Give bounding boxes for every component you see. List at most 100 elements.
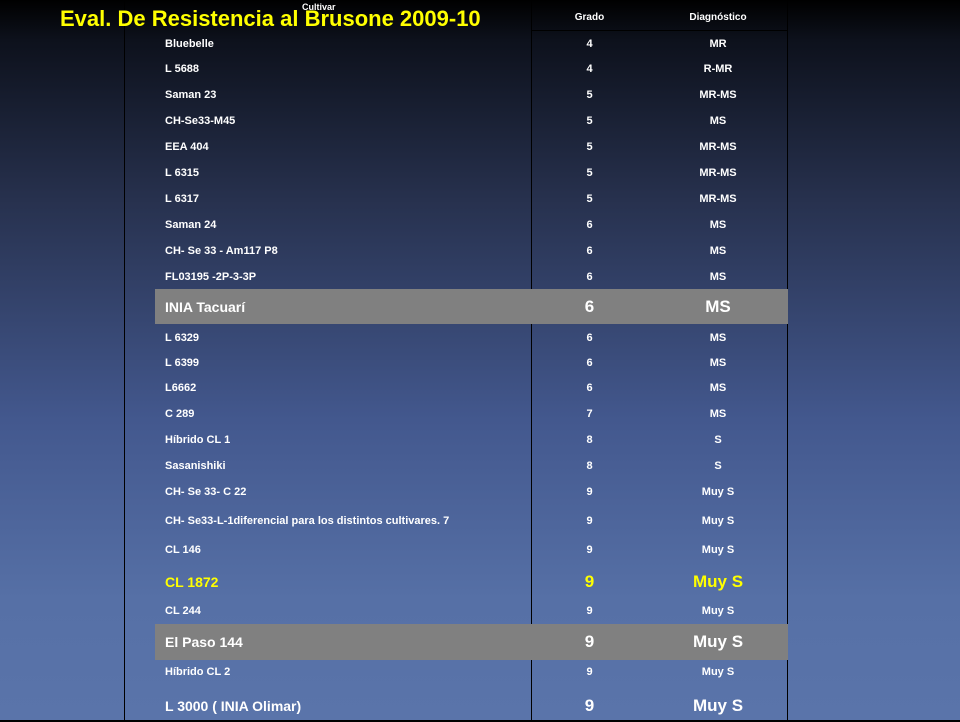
cultivar-cell: Sasanishiki bbox=[165, 460, 226, 472]
table-row: FL03195 -2P-3-3P 6 MS bbox=[155, 266, 788, 288]
grado-cell: 6 bbox=[586, 332, 593, 344]
grado-cell: 4 bbox=[586, 38, 593, 50]
diagnostico-cell: MR-MS bbox=[699, 193, 737, 205]
header-underline bbox=[531, 30, 788, 31]
diagnostico-cell: S bbox=[714, 434, 722, 446]
diagnostico-cell: MS bbox=[709, 382, 727, 394]
diagnostico-cell: Muy S bbox=[692, 632, 744, 651]
diagnostico-cell: MS bbox=[709, 271, 727, 283]
diagnostico-cell: MS bbox=[709, 219, 727, 231]
cultivar-cell: L 6317 bbox=[165, 193, 200, 205]
diagnostico-cell: Muy S bbox=[692, 696, 744, 715]
diagnostico-cell: Muy S bbox=[701, 544, 735, 556]
table-row: Híbrido CL 1 8 S bbox=[155, 429, 788, 451]
cultivar-cell: L 5688 bbox=[165, 63, 200, 75]
cultivar-cell: Híbrido CL 1 bbox=[165, 434, 231, 446]
table-row: CL 1872 9 Muy S bbox=[155, 566, 788, 598]
diagnostico-cell: MR-MS bbox=[699, 89, 737, 101]
diagnostico-cell: MS bbox=[709, 115, 727, 127]
table-row: L 6315 5 MR-MS bbox=[155, 162, 788, 184]
cultivar-cell: CL 244 bbox=[165, 605, 201, 617]
cultivar-cell: L 6329 bbox=[165, 332, 200, 344]
cultivar-cell: L 6399 bbox=[165, 357, 200, 369]
grado-cell: 5 bbox=[586, 89, 593, 101]
table-row: El Paso 144 9 Muy S bbox=[155, 624, 788, 660]
cultivar-cell: CH- Se 33 - Am117 P8 bbox=[165, 245, 278, 257]
diagnostico-cell: Muy S bbox=[701, 605, 735, 617]
grado-cell: 6 bbox=[586, 357, 593, 369]
cultivar-cell: L 6315 bbox=[165, 167, 200, 179]
cultivar-cell: El Paso 144 bbox=[165, 634, 243, 650]
grado-cell: 6 bbox=[586, 245, 593, 257]
grado-cell: 9 bbox=[586, 544, 593, 556]
diagnostico-cell: Muy S bbox=[701, 486, 735, 498]
table-row: EEA 404 5 MR-MS bbox=[155, 136, 788, 158]
grado-cell: 5 bbox=[586, 141, 593, 153]
cultivar-cell: C 289 bbox=[165, 408, 195, 420]
diagnostico-cell: MS bbox=[709, 357, 727, 369]
grado-cell: 9 bbox=[586, 666, 593, 678]
diagnostico-cell: R-MR bbox=[703, 63, 733, 75]
table-row: L 6317 5 MR-MS bbox=[155, 188, 788, 210]
table-row: Saman 24 6 MS bbox=[155, 214, 788, 236]
table-row: L 6329 6 MS bbox=[155, 327, 788, 349]
header-grado: Grado bbox=[574, 12, 605, 23]
header-diagnostico: Diagnóstico bbox=[689, 12, 747, 23]
cultivar-cell: CH- Se33-L-1diferencial para los distint… bbox=[165, 515, 450, 527]
table-row: L 6399 6 MS bbox=[155, 352, 788, 374]
cultivar-cell: CH-Se33-M45 bbox=[165, 115, 236, 127]
table-row: L6662 6 MS bbox=[155, 377, 788, 399]
table-row: CL 244 9 Muy S bbox=[155, 599, 788, 623]
slide-title: Eval. De Resistencia al Brusone 2009-10 bbox=[60, 6, 481, 31]
grado-cell: 9 bbox=[586, 515, 593, 527]
table-row: C 289 7 MS bbox=[155, 403, 788, 425]
grado-cell: 8 bbox=[586, 434, 593, 446]
table-row: CH-Se33-M45 5 MS bbox=[155, 110, 788, 132]
diagnostico-cell: MS bbox=[709, 332, 727, 344]
diagnostico-cell: MR-MS bbox=[699, 167, 737, 179]
grado-cell: 6 bbox=[586, 271, 593, 283]
cultivar-cell: Bluebelle bbox=[165, 38, 214, 50]
table-row: L 3000 ( INIA Olimar) 9 Muy S bbox=[155, 690, 788, 722]
table-row: Sasanishiki 8 S bbox=[155, 455, 788, 477]
grado-cell: 5 bbox=[586, 115, 593, 127]
table-row: L 5688 4 R-MR bbox=[155, 58, 788, 80]
table-row: CL 146 9 Muy S bbox=[155, 537, 788, 563]
table-row: CH- Se 33- C 22 9 Muy S bbox=[155, 481, 788, 503]
diagnostico-cell: MS bbox=[709, 245, 727, 257]
grado-cell: 9 bbox=[584, 696, 595, 715]
grado-cell: 7 bbox=[586, 408, 593, 420]
cultivar-cell: Híbrido CL 2 bbox=[165, 666, 231, 678]
diagnostico-cell: MS bbox=[709, 408, 727, 420]
cultivar-cell: Saman 23 bbox=[165, 89, 217, 101]
cultivar-cell: INIA Tacuarí bbox=[165, 298, 246, 315]
grado-cell: 8 bbox=[586, 460, 593, 472]
grado-cell: 6 bbox=[586, 382, 593, 394]
diagnostico-cell: S bbox=[714, 460, 722, 472]
cultivar-cell: FL03195 -2P-3-3P bbox=[165, 271, 257, 283]
grado-cell: 4 bbox=[586, 63, 593, 75]
cultivar-cell: CL 146 bbox=[165, 544, 201, 556]
cultivar-cell: L6662 bbox=[165, 382, 197, 394]
table-row: Bluebelle 4 MR bbox=[155, 33, 788, 55]
diagnostico-cell: MS bbox=[705, 296, 731, 316]
grado-cell: 6 bbox=[586, 219, 593, 231]
grado-cell: 5 bbox=[586, 193, 593, 205]
table-row: CH- Se 33 - Am117 P8 6 MS bbox=[155, 240, 788, 262]
cultivar-cell: L 3000 ( INIA Olimar) bbox=[165, 698, 302, 714]
diagnostico-cell: Muy S bbox=[692, 572, 744, 591]
cultivar-cell: CL 1872 bbox=[165, 574, 219, 590]
cultivar-cell: Saman 24 bbox=[165, 219, 217, 231]
grado-cell: 6 bbox=[584, 296, 595, 316]
grado-cell: 9 bbox=[586, 605, 593, 617]
table-row: INIA Tacuarí 6 MS bbox=[155, 289, 788, 324]
table-row: Híbrido CL 2 9 Muy S bbox=[155, 660, 788, 684]
grado-cell: 9 bbox=[584, 572, 595, 591]
diagnostico-cell: MR-MS bbox=[699, 141, 737, 153]
grado-cell: 9 bbox=[584, 632, 595, 651]
cultivar-cell: EEA 404 bbox=[165, 141, 209, 153]
table-left-border bbox=[124, 0, 125, 720]
diagnostico-cell: Muy S bbox=[701, 515, 735, 527]
diagnostico-cell: Muy S bbox=[701, 666, 735, 678]
grado-cell: 5 bbox=[586, 167, 593, 179]
